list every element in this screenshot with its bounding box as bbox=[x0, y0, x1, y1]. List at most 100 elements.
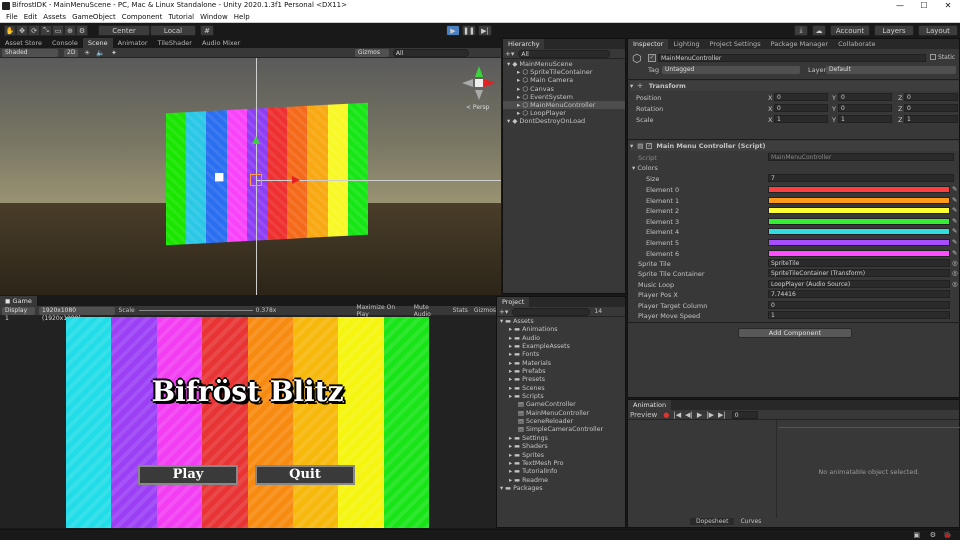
move-tool-icon[interactable]: ✥ bbox=[16, 25, 28, 36]
menu-window[interactable]: Window bbox=[200, 13, 228, 21]
first-key-icon[interactable]: |◀ bbox=[673, 411, 681, 419]
cache-server-icon[interactable]: ⚙ bbox=[930, 531, 936, 539]
foldout-arrow-icon[interactable]: ▾ bbox=[630, 82, 633, 90]
gizmo-y-cone-icon[interactable] bbox=[475, 66, 483, 77]
transform-x-input[interactable]: 0 bbox=[774, 93, 828, 101]
object-picker-icon[interactable]: ◎ bbox=[952, 280, 958, 288]
game-gizmos-dropdown[interactable]: Gizmos bbox=[474, 307, 496, 314]
selected-object-outline[interactable] bbox=[250, 174, 262, 186]
project-search-input[interactable] bbox=[512, 307, 591, 316]
eyedropper-icon[interactable]: ✎ bbox=[952, 196, 957, 204]
gizmo-neg-y-cone-icon[interactable] bbox=[475, 90, 483, 100]
sprite-tile[interactable] bbox=[267, 106, 288, 240]
transform-tool-icon[interactable]: ⊕ bbox=[64, 25, 76, 36]
color-swatch[interactable] bbox=[768, 186, 950, 193]
tab-inspector[interactable]: Inspector bbox=[628, 39, 669, 49]
rotate-tool-icon[interactable]: ⟳ bbox=[28, 25, 40, 36]
transform-x-input[interactable]: 0 bbox=[774, 104, 828, 112]
script-field-value[interactable]: LoopPlayer (Audio Source) bbox=[768, 279, 950, 288]
script-field-value[interactable]: 0 bbox=[768, 300, 950, 309]
gizmo-x-cone-icon[interactable] bbox=[484, 79, 495, 87]
color-swatch[interactable] bbox=[768, 207, 950, 215]
step-button[interactable]: ▶| bbox=[478, 25, 492, 36]
sprite-tile[interactable] bbox=[186, 111, 207, 245]
gizmo-center-cube-icon[interactable] bbox=[475, 79, 483, 87]
project-item[interactable]: ▾ ▬ Assets bbox=[497, 318, 625, 326]
project-item[interactable]: ▤ SimpleCameraController bbox=[497, 426, 625, 434]
add-component-button[interactable]: Add Component bbox=[738, 328, 852, 338]
last-key-icon[interactable]: ▶| bbox=[718, 411, 726, 419]
account-dropdown[interactable]: Account bbox=[830, 25, 870, 36]
project-item[interactable]: ▤ GameController bbox=[497, 401, 625, 409]
transform-header[interactable]: ▾ ✛ Transform bbox=[630, 81, 959, 91]
project-item[interactable]: ▸ ▬ Shaders bbox=[497, 443, 625, 451]
object-name-input[interactable]: MainMenuController bbox=[658, 54, 926, 62]
pivot-local-toggle[interactable]: Local bbox=[150, 25, 196, 36]
object-picker-icon[interactable]: ◎ bbox=[952, 259, 958, 267]
perspective-label[interactable]: < Persp bbox=[466, 104, 489, 111]
layers-dropdown[interactable]: Layers bbox=[874, 25, 914, 36]
hierarchy-item[interactable]: ▸ ⬡ MainMenuController bbox=[503, 101, 625, 110]
menu-edit[interactable]: Edit bbox=[24, 13, 38, 21]
sprite-tile[interactable] bbox=[307, 104, 328, 238]
scale-slider[interactable] bbox=[138, 310, 253, 311]
create-plus-icon[interactable]: +▾ bbox=[505, 50, 514, 58]
tab-tileshader[interactable]: TileShader bbox=[153, 38, 197, 48]
quit-game-button[interactable]: Quit bbox=[255, 465, 355, 485]
effects-toggle-icon[interactable]: ✦ bbox=[111, 49, 117, 57]
play-game-button[interactable]: Play bbox=[138, 465, 238, 485]
2d-toggle[interactable]: 2D bbox=[64, 48, 78, 57]
object-picker-icon[interactable]: ◎ bbox=[952, 269, 958, 277]
eyedropper-icon[interactable]: ✎ bbox=[952, 249, 957, 257]
sprite-tile[interactable] bbox=[226, 109, 247, 243]
tab-package-manager[interactable]: Package Manager bbox=[766, 39, 834, 49]
tab-animator[interactable]: Animator bbox=[113, 38, 153, 48]
project-item[interactable]: ▸ ▬ Animations bbox=[497, 326, 625, 334]
static-checkbox[interactable] bbox=[930, 54, 936, 60]
layer-dropdown[interactable]: Default bbox=[826, 66, 956, 74]
preview-toggle[interactable]: Preview bbox=[630, 411, 657, 419]
frame-input[interactable]: 0 bbox=[731, 410, 758, 419]
script-field-value[interactable]: SpriteTile bbox=[768, 259, 950, 267]
transform-z-input[interactable]: 1 bbox=[904, 115, 958, 123]
tab-scene[interactable]: Scene bbox=[82, 38, 113, 48]
tab-lighting[interactable]: Lighting bbox=[668, 39, 704, 49]
debug-mode-icon[interactable]: 🐞 bbox=[943, 531, 952, 539]
hierarchy-item[interactable]: ▾ ◆ DontDestroyOnLoad bbox=[503, 117, 625, 125]
eyedropper-icon[interactable]: ✎ bbox=[952, 185, 957, 193]
cloud-button[interactable]: ☁ bbox=[812, 25, 826, 36]
transform-z-input[interactable]: 0 bbox=[904, 93, 958, 101]
color-swatch[interactable] bbox=[768, 238, 950, 246]
audio-toggle-icon[interactable]: 🔈 bbox=[96, 49, 105, 57]
tab-asset-store[interactable]: Asset Store bbox=[0, 38, 47, 48]
color-swatch[interactable] bbox=[768, 249, 950, 257]
project-item[interactable]: ▸ ▬ Settings bbox=[497, 435, 625, 443]
hand-tool-icon[interactable]: ✋ bbox=[4, 25, 16, 36]
project-item[interactable]: ▸ ▬ Presets bbox=[497, 376, 625, 384]
sprite-tile[interactable] bbox=[287, 105, 308, 239]
scene-search-input[interactable]: All bbox=[392, 48, 469, 57]
menu-file[interactable]: File bbox=[6, 13, 18, 21]
hierarchy-item[interactable]: ▾ ◆ MainMenuScene bbox=[503, 60, 625, 68]
transform-y-input[interactable]: 0 bbox=[838, 104, 892, 112]
hierarchy-item[interactable]: ▸ ⬡ EventSystem bbox=[503, 93, 625, 101]
project-item[interactable]: ▾ ▬ Packages bbox=[497, 485, 625, 493]
grid-snap-button[interactable]: # bbox=[200, 25, 214, 36]
script-field-value[interactable]: 1 bbox=[768, 310, 950, 319]
menu-assets[interactable]: Assets bbox=[43, 13, 66, 21]
project-item[interactable]: ▸ ▬ ExampleAssets bbox=[497, 343, 625, 351]
resolution-dropdown[interactable]: 1920x1080 (1920x1080) bbox=[39, 306, 115, 322]
pause-button[interactable]: ❚❚ bbox=[462, 25, 476, 36]
x-axis-arrow-icon[interactable] bbox=[292, 176, 300, 184]
play-button[interactable]: ▶ bbox=[446, 25, 460, 36]
menu-help[interactable]: Help bbox=[234, 13, 250, 21]
menu-gameobject[interactable]: GameObject bbox=[72, 13, 116, 21]
tab-audio-mixer[interactable]: Audio Mixer bbox=[197, 38, 245, 48]
gizmo-neg-x-cone-icon[interactable] bbox=[462, 79, 473, 87]
eyedropper-icon[interactable]: ✎ bbox=[952, 217, 957, 225]
color-swatch[interactable] bbox=[768, 228, 950, 236]
eyedropper-icon[interactable]: ✎ bbox=[952, 227, 957, 235]
record-icon[interactable]: ● bbox=[663, 411, 669, 419]
scene-viewport[interactable]: ■ < Persp bbox=[0, 58, 501, 295]
project-item[interactable]: ▸ ▬ Audio bbox=[497, 335, 625, 343]
